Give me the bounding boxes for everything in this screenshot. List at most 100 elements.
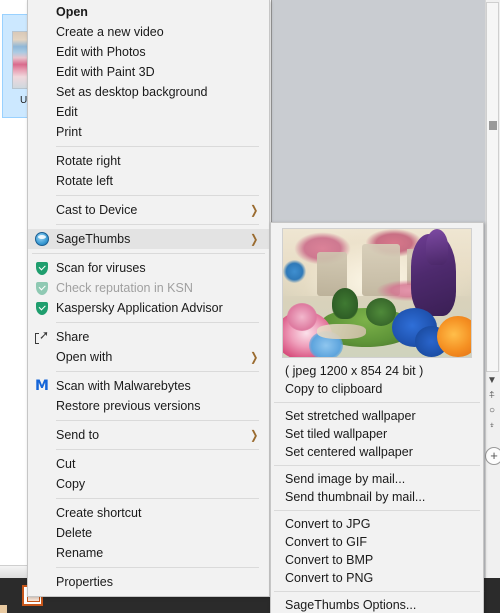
menu-item-label: Copy	[56, 477, 86, 491]
menu-item-delete[interactable]: Delete	[28, 523, 269, 543]
preview-painting	[283, 229, 471, 357]
menu-item-cut[interactable]: Cut	[28, 454, 269, 474]
menu-item-edit-with-paint-3d[interactable]: Edit with Paint 3D	[28, 62, 269, 82]
menu-item-label: Kaspersky Application Advisor	[56, 301, 223, 315]
menu-item-label: Create a new video	[56, 25, 164, 39]
submenu-item-sagethumbs-options[interactable]: SageThumbs Options...	[271, 596, 483, 613]
menu-item-edit[interactable]: Edit	[28, 102, 269, 122]
submenu-item-label: Set tiled wallpaper	[285, 427, 388, 441]
menu-item-label: Scan for viruses	[56, 261, 146, 275]
chevron-right-icon: ❯	[250, 350, 259, 364]
chevron-right-icon: ❯	[250, 203, 259, 217]
menu-item-label: Open with	[56, 350, 113, 364]
menu-item-rename[interactable]: Rename	[28, 543, 269, 563]
menu-item-label: Cut	[56, 457, 76, 471]
menu-item-scan-for-viruses[interactable]: Scan for viruses	[28, 258, 269, 278]
nav-prev-icon[interactable]: ⍏	[489, 391, 495, 401]
menu-item-sagethumbs[interactable]: SageThumbs ❯	[28, 229, 269, 249]
submenu-item-set-tiled-wallpaper[interactable]: Set tiled wallpaper	[271, 425, 483, 443]
menu-item-icon-slot	[28, 22, 56, 42]
submenu-item-set-centered-wallpaper[interactable]: Set centered wallpaper	[271, 443, 483, 461]
submenu-item-label: Convert to JPG	[285, 517, 371, 531]
submenu-item-convert-to-gif[interactable]: Convert to GIF	[271, 533, 483, 551]
menu-item-send-to[interactable]: Send to ❯	[28, 425, 269, 445]
submenu-separator	[274, 402, 480, 403]
zoom-in-button[interactable]: +	[485, 447, 500, 465]
menu-separator	[56, 195, 259, 196]
submenu-item-label: Copy to clipboard	[285, 382, 383, 396]
submenu-separator	[274, 465, 480, 466]
submenu-item-copy-to-clipboard[interactable]: Copy to clipboard	[271, 380, 483, 398]
malwarebytes-icon	[28, 376, 56, 396]
menu-item-icon-slot	[28, 474, 56, 494]
nav-down-icon[interactable]: ▼	[487, 376, 497, 386]
menu-item-set-as-desktop-background[interactable]: Set as desktop background	[28, 82, 269, 102]
image-info-text: ( jpeg 1200 x 854 24 bit )	[285, 364, 424, 378]
shield-icon	[28, 298, 56, 318]
menu-item-label: Edit with Photos	[56, 45, 146, 59]
screen: Ut ▼ ⍏ ○ ⍖ + ⌄ OpenCreate a new videoEdi…	[0, 0, 500, 613]
menu-item-icon-slot	[28, 425, 56, 445]
menu-item-icon-slot	[28, 523, 56, 543]
chevron-right-icon: ❯	[250, 428, 259, 442]
menu-item-label: Print	[56, 125, 82, 139]
menu-item-kaspersky-application-advisor[interactable]: Kaspersky Application Advisor	[28, 298, 269, 318]
menu-item-label: SageThumbs	[56, 232, 131, 246]
nav-dot-icon[interactable]: ○	[489, 406, 495, 416]
submenu-separator	[274, 591, 480, 592]
submenu-items[interactable]: Copy to clipboard Set stretched wallpaper…	[271, 380, 483, 613]
menu-item-create-shortcut[interactable]: Create shortcut	[28, 503, 269, 523]
submenu-separator	[274, 510, 480, 511]
submenu-item-convert-to-bmp[interactable]: Convert to BMP	[271, 551, 483, 569]
submenu-item-label: Set stretched wallpaper	[285, 409, 416, 423]
menu-separator	[56, 449, 259, 450]
page-nav-buttons[interactable]: ▼ ⍏ ○ ⍖	[484, 376, 500, 431]
menu-item-label: Check reputation in KSN	[56, 281, 193, 295]
menu-item-copy[interactable]: Copy	[28, 474, 269, 494]
menu-item-rotate-left[interactable]: Rotate left	[28, 171, 269, 191]
shield-icon	[28, 258, 56, 278]
menu-item-icon-slot	[28, 102, 56, 122]
menu-item-print[interactable]: Print	[28, 122, 269, 142]
menu-item-share[interactable]: Share	[28, 327, 269, 347]
share-icon	[28, 327, 56, 347]
menu-item-label: Set as desktop background	[56, 85, 208, 99]
submenu-item-convert-to-jpg[interactable]: Convert to JPG	[271, 515, 483, 533]
menu-item-check-reputation-in-ksn: Check reputation in KSN	[28, 278, 269, 298]
menu-separator	[56, 146, 259, 147]
scrollbar-thumb[interactable]	[489, 121, 497, 130]
menu-separator	[56, 224, 259, 225]
menu-item-icon-slot	[28, 200, 56, 220]
submenu-item-set-stretched-wallpaper[interactable]: Set stretched wallpaper	[271, 407, 483, 425]
vertical-scrollbar[interactable]	[486, 2, 499, 372]
menu-item-icon-slot	[28, 543, 56, 563]
menu-item-icon-slot	[28, 122, 56, 142]
submenu-item-convert-to-png[interactable]: Convert to PNG	[271, 569, 483, 587]
menu-separator	[56, 322, 259, 323]
menu-separator	[56, 371, 259, 372]
submenu-item-label: Convert to PNG	[285, 571, 374, 585]
context-menu[interactable]: Open Create a new video Edit with Photos Ed…	[27, 0, 270, 597]
menu-item-rotate-right[interactable]: Rotate right	[28, 151, 269, 171]
menu-item-icon-slot	[28, 503, 56, 523]
menu-item-icon-slot	[28, 42, 56, 62]
menu-item-cast-to-device[interactable]: Cast to Device ❯	[28, 200, 269, 220]
menu-item-open-with[interactable]: Open with ❯	[28, 347, 269, 367]
submenu-item-label: Send image by mail...	[285, 472, 406, 486]
nav-next-icon[interactable]: ⍖	[489, 421, 495, 431]
menu-separator	[32, 253, 265, 254]
menu-item-restore-previous-versions[interactable]: Restore previous versions	[28, 396, 269, 416]
sagethumbs-submenu[interactable]: ( jpeg 1200 x 854 24 bit ) Copy to clipb…	[270, 222, 484, 613]
menu-item-icon-slot	[28, 151, 56, 171]
submenu-item-send-thumbnail-by-mail[interactable]: Send thumbnail by mail...	[271, 488, 483, 506]
menu-item-open[interactable]: Open	[28, 2, 269, 22]
menu-item-scan-with-malwarebytes[interactable]: Scan with Malwarebytes	[28, 376, 269, 396]
menu-item-icon-slot	[28, 347, 56, 367]
menu-item-icon-slot	[28, 82, 56, 102]
menu-item-edit-with-photos[interactable]: Edit with Photos	[28, 42, 269, 62]
chevron-right-icon: ❯	[250, 232, 259, 246]
submenu-item-send-image-by-mail[interactable]: Send image by mail...	[271, 470, 483, 488]
menu-item-properties[interactable]: Properties	[28, 572, 269, 592]
menu-item-create-a-new-video[interactable]: Create a new video	[28, 22, 269, 42]
menu-item-label: Open	[56, 5, 88, 19]
